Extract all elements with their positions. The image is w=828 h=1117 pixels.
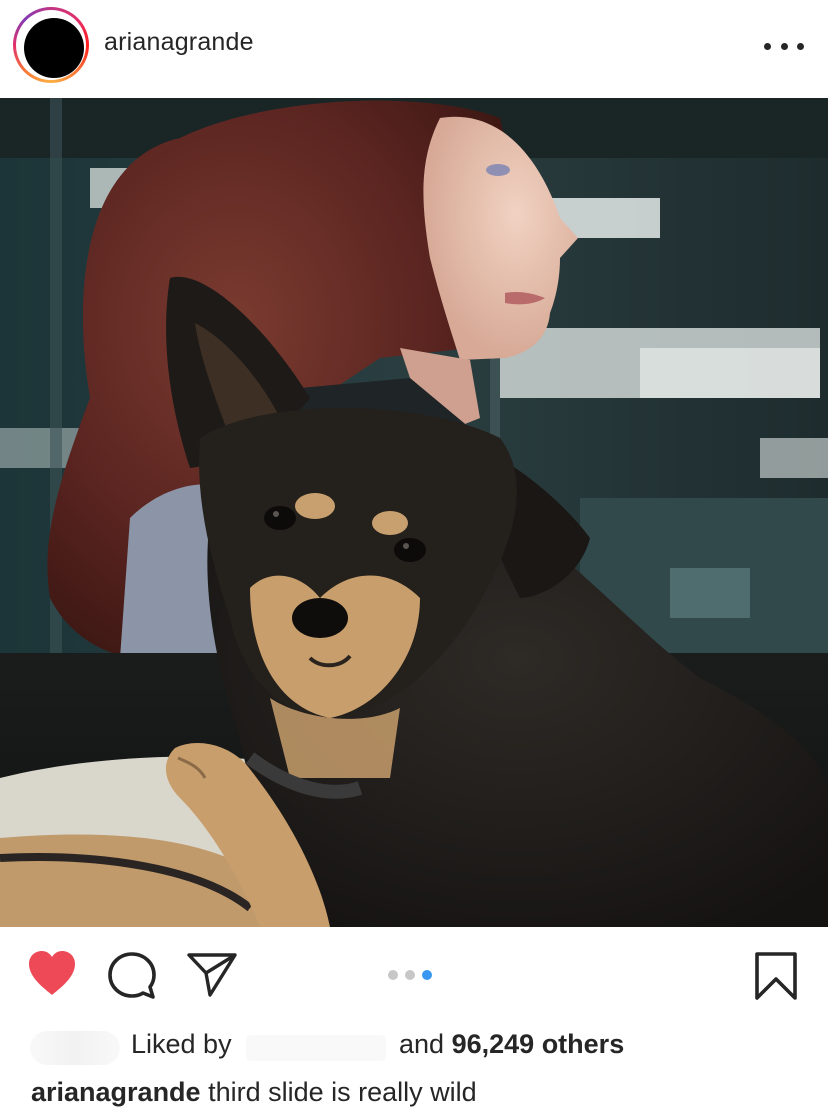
bookmark-icon[interactable] (752, 951, 800, 1001)
post-action-bar (0, 927, 828, 1027)
carousel-dot-active (422, 970, 432, 980)
post-header: arianagrande (0, 0, 828, 98)
post-caption: arianagrande third slide is really wild (31, 1077, 821, 1108)
story-ring[interactable] (13, 7, 89, 83)
likes-count[interactable]: and 96,249 others (399, 1029, 624, 1060)
post-photo-illustration (0, 98, 828, 927)
carousel-dot (388, 970, 398, 980)
more-options-icon[interactable] (764, 36, 804, 56)
caption-text: third slide is really wild (208, 1077, 477, 1107)
liker-avatars[interactable] (30, 1031, 120, 1065)
heart-filled-icon[interactable] (26, 949, 78, 997)
carousel-indicator (388, 970, 448, 982)
caption-username[interactable]: arianagrande (31, 1077, 201, 1107)
post-image[interactable] (0, 98, 828, 927)
likes-line: Liked by and 96,249 others (0, 1027, 828, 1067)
liker-name[interactable] (246, 1035, 386, 1061)
paper-plane-icon[interactable] (186, 951, 238, 997)
comment-bubble-icon[interactable] (106, 951, 158, 1001)
avatar[interactable] (24, 18, 84, 78)
post-username[interactable]: arianagrande (104, 28, 254, 57)
liked-by-label: Liked by (131, 1029, 232, 1059)
carousel-dot (405, 970, 415, 980)
